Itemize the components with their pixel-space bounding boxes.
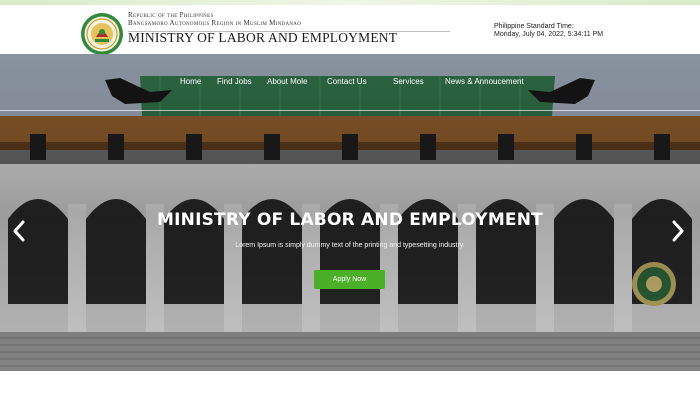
nav-item-home[interactable]: Home	[180, 77, 201, 86]
hero-title: MINISTRY OF LABOR AND EMPLOYMENT	[157, 210, 543, 230]
chevron-right-icon[interactable]	[671, 220, 685, 242]
ministry-seal-icon[interactable]	[80, 12, 124, 56]
nav-item-news[interactable]: News & Annoucement	[445, 77, 524, 86]
hero-carousel: Home Find Jobs About Mole Contact Us Ser…	[0, 54, 700, 371]
nav-item-services[interactable]: Services	[393, 77, 424, 86]
nav-item-contact-us[interactable]: Contact Us	[327, 77, 367, 86]
site-header: Republic of the Philippines Bangsamoro A…	[0, 5, 700, 56]
nav-divider	[0, 110, 700, 111]
standard-time-value: Monday, July 04, 2022, 5:34:11 PM	[494, 31, 604, 38]
nav-item-find-jobs[interactable]: Find Jobs	[217, 77, 252, 86]
nav-item-about-mole[interactable]: About Mole	[267, 77, 307, 86]
org-title[interactable]: MINISTRY OF LABOR AND EMPLOYMENT	[128, 30, 397, 46]
region-line: Bangsamoro Autonomous Region in Muslim M…	[128, 19, 302, 27]
apply-now-button[interactable]: Apply Now	[314, 270, 385, 289]
standard-time-label: Philippine Standard Time:	[494, 23, 574, 30]
below-hero-area	[0, 371, 700, 411]
republic-line: Republic of the Philippines	[128, 11, 214, 19]
main-nav: Home Find Jobs About Mole Contact Us Ser…	[0, 77, 700, 91]
hero-subtitle: Lorem Ipsum is simply dummy text of the …	[235, 242, 465, 249]
chevron-left-icon[interactable]	[12, 220, 26, 242]
